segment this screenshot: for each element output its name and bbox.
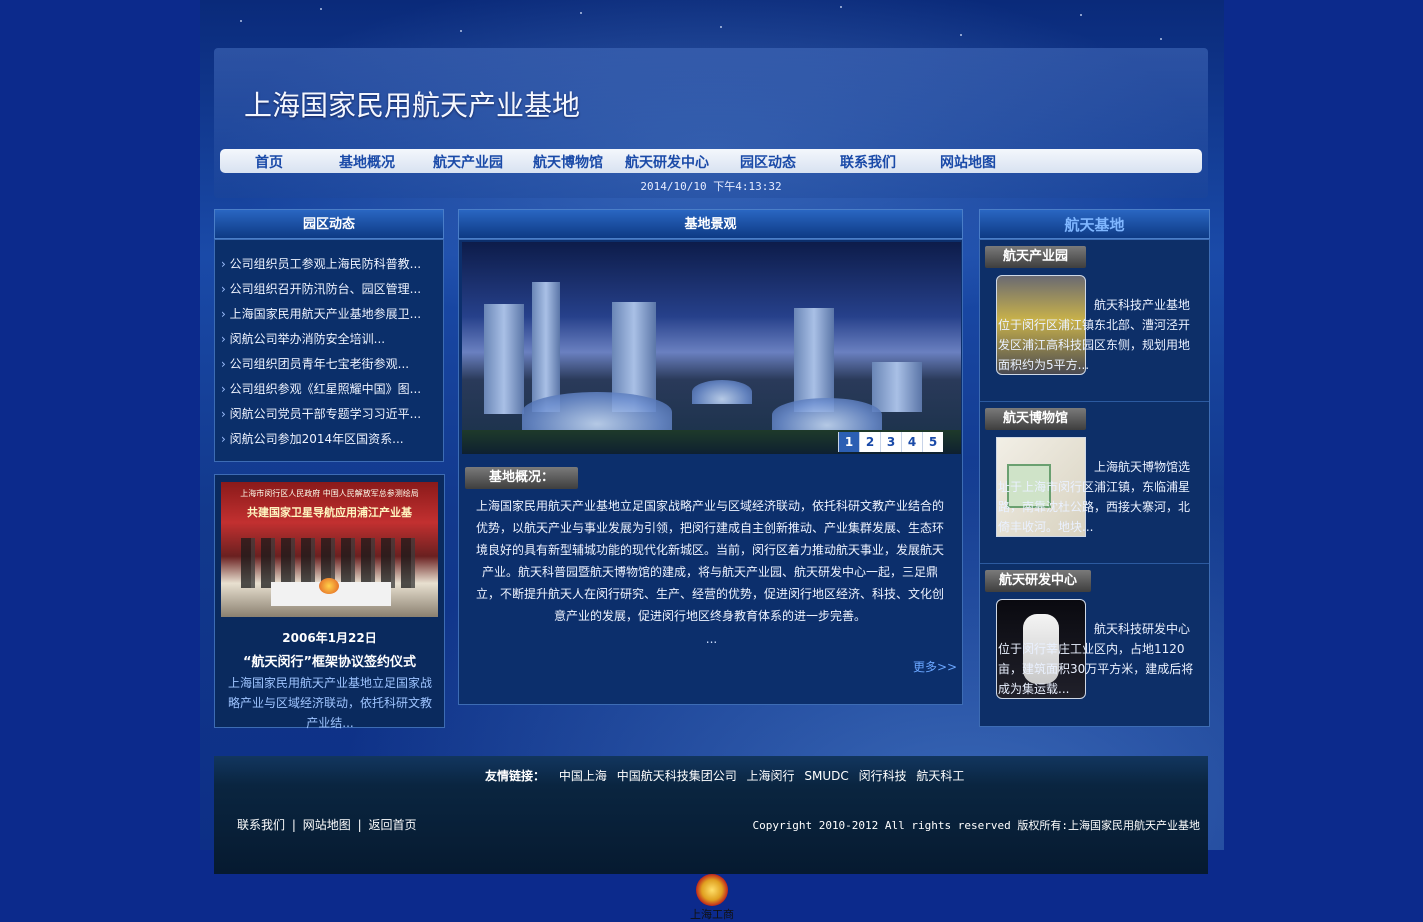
rd-center-tag[interactable]: 航天研发中心: [985, 570, 1092, 592]
building: [794, 308, 834, 412]
event-photo-panel: 上海市闵行区人民政府 中国人民解放军总参测绘局 共建国家卫星导航应用浦江产业基 …: [214, 474, 445, 730]
header: 上海国家民用航天产业基地 首页 基地概况 航天产业园 航天博物馆 航天研发中心 …: [214, 48, 1208, 198]
aerospace-base-title: 航天基地: [979, 209, 1210, 239]
datetime-display: 2014/10/10 下午4:13:32: [640, 180, 782, 193]
glass-dome: [522, 392, 672, 432]
section-divider: [980, 563, 1209, 564]
star-decoration: [240, 20, 242, 22]
nav-park-news[interactable]: 园区动态: [740, 152, 796, 172]
footer-nav: 联系我们 | 网站地图 | 返回首页: [237, 816, 416, 833]
slide-page-5[interactable]: 5: [922, 432, 943, 452]
friendly-links-label: 友情链接：: [485, 769, 546, 783]
nav-industrial-park[interactable]: 航天产业园: [433, 152, 503, 172]
aerospace-base-panel: 航天产业园 航天科技产业基地位于闵行区浦江镇东北部、漕河泾开发区浦江高科技园区东…: [979, 239, 1210, 727]
star-decoration: [1160, 38, 1162, 40]
nav-contact[interactable]: 联系我们: [840, 152, 896, 172]
slide-page-2[interactable]: 2: [859, 432, 880, 452]
landscape-panel-title: 基地景观: [458, 209, 963, 239]
news-item[interactable]: 公司组织员工参观上海民防科普教...: [221, 252, 421, 277]
more-link[interactable]: 更多>>: [913, 658, 957, 675]
site-title: 上海国家民用航天产业基地: [244, 89, 581, 122]
footer-separator: |: [291, 818, 296, 832]
nav-home[interactable]: 首页: [255, 152, 283, 172]
footer-separator: |: [357, 818, 362, 832]
industrial-park-tag[interactable]: 航天产业园: [985, 246, 1087, 268]
footer: 友情链接： 中国上海 中国航天科技集团公司 上海闵行 SMUDC 闵行科技 航天…: [214, 756, 1208, 874]
copyright: Copyright 2010-2012 All rights reserved …: [752, 819, 1200, 832]
friendly-link[interactable]: 中国航天科技集团公司: [617, 769, 737, 783]
star-decoration: [460, 30, 462, 32]
business-license-label[interactable]: 上海工商: [684, 906, 740, 922]
slide-page-4[interactable]: 4: [901, 432, 922, 452]
news-panel: 公司组织员工参观上海民防科普教... 公司组织召开防汛防台、园区管理... 上海…: [214, 239, 444, 462]
news-item[interactable]: 上海国家民用航天产业基地参展卫...: [221, 302, 421, 327]
overview-text: 上海国家民用航天产业基地立足国家战略产业与区域经济联动，依托科研文教产业结合的优…: [476, 499, 945, 623]
photo-banner-text: 上海市闵行区人民政府 中国人民解放军总参测绘局: [240, 489, 419, 498]
business-license-emblem-icon[interactable]: [696, 874, 728, 906]
footer-contact-link[interactable]: 联系我们: [237, 818, 285, 832]
footer-home-link[interactable]: 返回首页: [368, 818, 416, 832]
slide-page-1[interactable]: 1: [838, 432, 859, 452]
signing-ceremony-photo[interactable]: 上海市闵行区人民政府 中国人民解放军总参测绘局 共建国家卫星导航应用浦江产业基: [221, 482, 438, 617]
museum-description: 上海航天博物馆选址于上海市闵行区浦江镇，东临浦星路，南靠沈杜公路，西接大寨河，北…: [998, 460, 1191, 534]
overview-tag: 基地概况：: [465, 467, 579, 489]
overview-ellipsis: ...: [705, 632, 718, 646]
base-landscape-slideshow[interactable]: 1 2 3 4 5: [462, 242, 961, 454]
section-divider: [980, 401, 1209, 402]
friendly-link[interactable]: 中国上海: [559, 769, 607, 783]
news-item[interactable]: 公司组织团员青年七宝老街参观...: [221, 352, 421, 377]
landscape-panel: 1 2 3 4 5 基地概况： 上海国家民用航天产业基地立足国家战略产业与区域经…: [458, 239, 963, 705]
star-decoration: [320, 8, 322, 10]
rd-center-description: 航天科技研发中心位于闵行莘庄工业区内，占地1120亩，建筑面积30万平方米，建成…: [998, 622, 1194, 696]
glass-dome: [772, 398, 882, 432]
building: [872, 362, 922, 412]
news-panel-title: 园区动态: [214, 209, 444, 239]
photo-banner-headline: 共建国家卫星导航应用浦江产业基: [247, 506, 412, 519]
glass-dome: [692, 380, 752, 404]
news-list: 公司组织员工参观上海民防科普教... 公司组织召开防汛防台、园区管理... 上海…: [221, 252, 421, 452]
footer-sitemap-link[interactable]: 网站地图: [303, 818, 351, 832]
flower-decoration: [319, 578, 339, 594]
building: [484, 304, 524, 414]
star-decoration: [580, 12, 582, 14]
friendly-link[interactable]: SMUDC: [804, 769, 848, 783]
star-decoration: [1080, 14, 1082, 16]
friendly-link[interactable]: 航天科工: [916, 769, 964, 783]
star-decoration: [720, 26, 722, 28]
nav-overview[interactable]: 基地概况: [339, 152, 395, 172]
main-nav: 首页 基地概况 航天产业园 航天博物馆 航天研发中心 园区动态 联系我们 网站地…: [220, 149, 1202, 173]
museum-tag[interactable]: 航天博物馆: [985, 408, 1087, 430]
friendly-link[interactable]: 上海闵行: [747, 769, 795, 783]
news-item[interactable]: 闵航公司参加2014年区国资系...: [221, 427, 421, 452]
building: [532, 282, 560, 412]
nav-museum[interactable]: 航天博物馆: [533, 152, 603, 172]
photo-date: 2006年1月22日: [282, 631, 377, 645]
news-item[interactable]: 闵航公司党员干部专题学习习近平...: [221, 402, 421, 427]
news-item[interactable]: 闵航公司举办消防安全培训...: [221, 327, 421, 352]
industrial-park-description: 航天科技产业基地位于闵行区浦江镇东北部、漕河泾开发区浦江高科技园区东侧，规划用地…: [998, 298, 1191, 372]
news-item[interactable]: 公司组织参观《红星照耀中国》图...: [221, 377, 421, 402]
news-item[interactable]: 公司组织召开防汛防台、园区管理...: [221, 277, 421, 302]
star-decoration: [840, 6, 842, 8]
friendly-links: 友情链接： 中国上海 中国航天科技集团公司 上海闵行 SMUDC 闵行科技 航天…: [485, 767, 964, 784]
friendly-link[interactable]: 闵行科技: [859, 769, 907, 783]
nav-sitemap[interactable]: 网站地图: [940, 152, 996, 172]
star-decoration: [960, 34, 962, 36]
slide-page-3[interactable]: 3: [880, 432, 901, 452]
photo-caption: “航天闵行”框架协议签约仪式: [242, 655, 417, 670]
photo-description[interactable]: 上海国家民用航天产业基地立足国家战略产业与区域经济联动，依托科研文教产业结...: [225, 673, 435, 733]
nav-rd-center[interactable]: 航天研发中心: [625, 152, 709, 172]
